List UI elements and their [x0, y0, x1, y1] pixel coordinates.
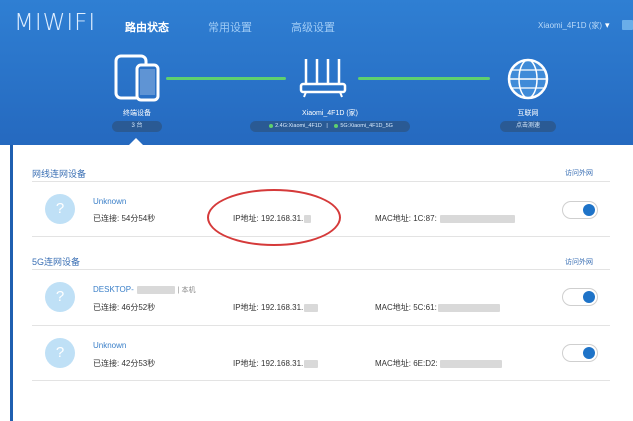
- redacted-mask: [439, 214, 515, 223]
- devices-router-link: [166, 77, 286, 80]
- nav-tab-router-status[interactable]: 路由状态: [125, 19, 169, 35]
- redacted-mask: [439, 359, 502, 368]
- globe-icon[interactable]: [505, 56, 551, 102]
- internet-access-link-5g[interactable]: 访问外网: [565, 257, 593, 267]
- redacted-mask: [304, 359, 319, 368]
- ip-label: IP地址: 192.168.31.: [233, 359, 304, 368]
- router-name-label: Xiaomi_4F1D (家): [301, 110, 358, 117]
- ssid-5-label: 5G:Xiaomi_4F1D_5G: [340, 123, 393, 129]
- row-divider: [32, 325, 610, 326]
- section-title-wired: 网线连网设备: [32, 169, 87, 179]
- nav-tab-common-settings[interactable]: 常用设置: [208, 19, 252, 35]
- internet-access-toggle[interactable]: [562, 201, 598, 219]
- ip-address: IP地址: 192.168.31.: [233, 358, 319, 369]
- connected-duration: 已连接: 54分54秒: [93, 214, 156, 223]
- connected-duration: 已连接: 42分53秒: [93, 359, 156, 368]
- toggle-knob: [583, 204, 595, 216]
- window-icon[interactable]: [622, 20, 633, 30]
- router-icon[interactable]: [298, 57, 348, 101]
- toggle-knob: [583, 347, 595, 359]
- ip-label: IP地址: 192.168.31.: [233, 303, 304, 312]
- redacted-mask: [136, 285, 175, 294]
- devices-icon[interactable]: [110, 52, 165, 104]
- router-account-menu[interactable]: Xiaomi_4F1D (家) ▾: [538, 20, 610, 31]
- left-edge-bar: [10, 145, 13, 421]
- device-name: Unknown: [93, 341, 127, 350]
- speed-test-button[interactable]: 点击测速: [500, 121, 556, 132]
- active-node-pointer: [129, 138, 143, 145]
- internet-access-toggle[interactable]: [562, 288, 598, 306]
- router-internet-link: [358, 77, 490, 80]
- internet-label: 互联网: [517, 110, 539, 117]
- ssid-5-status-dot: [334, 123, 339, 128]
- redacted-mask: [437, 303, 500, 312]
- miwifi-logo: MIWIFI: [14, 10, 97, 36]
- mac-label: MAC地址: 1C:87:: [375, 214, 437, 223]
- nav-tab-advanced-settings[interactable]: 高级设置: [291, 19, 335, 35]
- device-name-row: DESKTOP- | 本机: [93, 285, 196, 295]
- ssid-badge: 2.4G:Xiaomi_4F1D | 5G:Xiaomi_4F1D_5G: [250, 121, 410, 132]
- mac-address: MAC地址: 1C:87:: [375, 213, 515, 224]
- ip-address: IP地址: 192.168.31.: [233, 302, 319, 313]
- top-header: MIWIFI 路由状态 常用设置 高级设置 Xiaomi_4F1D (家) ▾ 终…: [0, 0, 633, 145]
- ssid-24-label: 2.4G:Xiaomi_4F1D: [275, 123, 322, 129]
- section-divider: [32, 181, 610, 182]
- row-divider: [32, 380, 610, 381]
- this-device-tag: | 本机: [177, 287, 196, 294]
- mac-label: MAC地址: 6E:D2:: [375, 359, 438, 368]
- toggle-knob: [583, 291, 595, 303]
- internet-access-toggle[interactable]: [562, 344, 598, 362]
- router-account-name: Xiaomi_4F1D (家): [538, 21, 603, 30]
- internet-access-link-wired[interactable]: 访问外网: [565, 168, 593, 178]
- device-name: DESKTOP-: [93, 285, 134, 294]
- device-name: Unknown: [93, 197, 127, 206]
- red-highlight-ellipse: [207, 189, 341, 246]
- ssid-separator: |: [326, 123, 328, 129]
- devices-label: 终端设备: [123, 110, 151, 117]
- redacted-mask: [304, 303, 319, 312]
- mac-label: MAC地址: 5C:61:: [375, 303, 437, 312]
- device-avatar: ?: [45, 338, 75, 368]
- device-avatar: ?: [45, 194, 75, 224]
- chevron-down-icon: ▾: [605, 20, 610, 30]
- device-avatar: ?: [45, 282, 75, 312]
- section-divider: [32, 269, 610, 270]
- ssid-24-status-dot: [269, 123, 274, 128]
- connected-duration: 已连接: 46分52秒: [93, 303, 156, 312]
- devices-count-badge: 3 台: [112, 121, 162, 132]
- section-title-5g: 5G连网设备: [32, 257, 81, 267]
- mac-address: MAC地址: 5C:61:: [375, 302, 500, 313]
- mac-address: MAC地址: 6E:D2:: [375, 358, 502, 369]
